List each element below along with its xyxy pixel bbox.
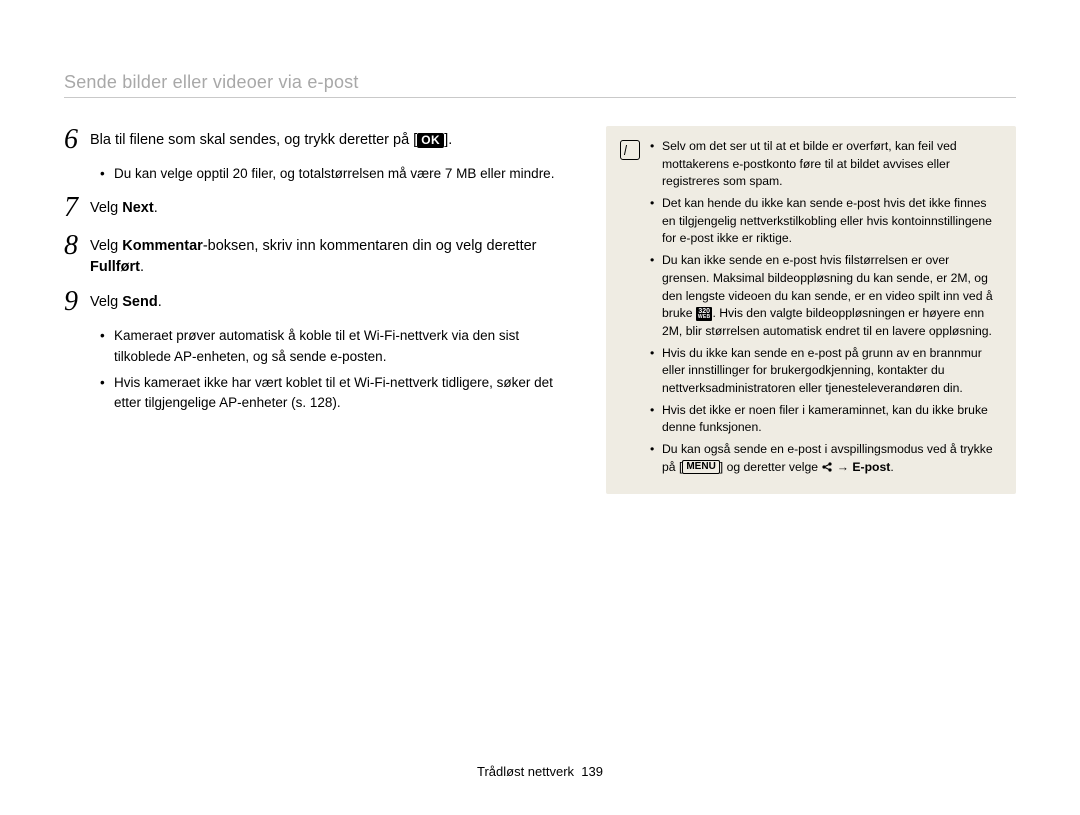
step-9: 9 Velg Send.	[64, 288, 574, 316]
step-bold: Send	[122, 294, 157, 310]
bullet-item: Du kan velge opptil 20 filer, og totalst…	[100, 164, 574, 184]
step-text: Velg Next.	[90, 194, 574, 219]
note-item: Selv om det ser ut til at et bilde er ov…	[650, 138, 1000, 191]
step-text-post: ].	[444, 132, 452, 148]
note-item: Hvis det ikke er noen filer i kameraminn…	[650, 402, 1000, 437]
note-post: . Hvis den valgte bildeoppløsningen er h…	[662, 306, 992, 338]
step-6-bullets: Du kan velge opptil 20 filer, og totalst…	[64, 164, 574, 184]
badge-bot: WEB	[698, 315, 711, 320]
step-text: Velg Kommentar-boksen, skriv inn komment…	[90, 232, 574, 278]
page-footer: Trådløst nettverk 139	[0, 764, 1080, 779]
note-bold: E-post	[852, 460, 890, 474]
step-6: 6 Bla til filene som skal sendes, og try…	[64, 126, 574, 154]
step-text-pre: Velg	[90, 294, 122, 310]
footer-section: Trådløst nettverk	[477, 764, 574, 779]
bullet-item: Kameraet prøver automatisk å koble til e…	[100, 326, 574, 367]
step-text-post: .	[154, 200, 158, 216]
step-number: 9	[64, 288, 90, 316]
step-bold-2: Fullført	[90, 259, 140, 275]
step-text-post: .	[140, 259, 144, 275]
step-9-bullets: Kameraet prøver automatisk å koble til e…	[64, 326, 574, 413]
note-icon	[620, 140, 640, 160]
share-icon	[821, 461, 833, 473]
note-item: Det kan hende du ikke kan sende e-post h…	[650, 195, 1000, 248]
menu-button-icon: MENU	[682, 460, 719, 474]
step-8: 8 Velg Kommentar-boksen, skriv inn komme…	[64, 232, 574, 278]
step-text-pre: Bla til filene som skal sendes, og trykk…	[90, 132, 417, 148]
note-mid: ] og deretter velge	[720, 460, 822, 474]
bullet-item: Hvis kameraet ikke har vært koblet til e…	[100, 373, 574, 414]
note-list: Selv om det ser ut til at et bilde er ov…	[650, 138, 1000, 480]
step-number: 7	[64, 194, 90, 222]
note-item: Hvis du ikke kan sende en e-post på grun…	[650, 345, 1000, 398]
header-divider	[64, 97, 1016, 98]
step-text-mid: -boksen, skriv inn kommentaren din og ve…	[203, 238, 537, 254]
note-item: Du kan også sende en e-post i avspilling…	[650, 441, 1000, 476]
note-arrow: →	[833, 460, 852, 474]
page-header-title: Sende bilder eller videoer via e-post	[64, 72, 1016, 93]
step-bold: Kommentar	[122, 238, 203, 254]
step-text: Bla til filene som skal sendes, og trykk…	[90, 126, 574, 151]
step-text: Velg Send.	[90, 288, 574, 313]
note-item: Du kan ikke sende en e-post hvis filstør…	[650, 252, 1000, 340]
steps-column: 6 Bla til filene som skal sendes, og try…	[64, 126, 574, 494]
step-text-post: .	[158, 294, 162, 310]
step-7: 7 Velg Next.	[64, 194, 574, 222]
resolution-badge-icon: 320WEB	[696, 307, 713, 321]
step-number: 6	[64, 126, 90, 154]
step-text-pre: Velg	[90, 238, 122, 254]
footer-page-number: 139	[581, 764, 603, 779]
ok-button-icon: OK	[417, 133, 444, 148]
note-box: Selv om det ser ut til at et bilde er ov…	[606, 126, 1016, 494]
step-number: 8	[64, 232, 90, 260]
note-post: .	[890, 460, 893, 474]
step-bold: Next	[122, 200, 153, 216]
step-text-pre: Velg	[90, 200, 122, 216]
